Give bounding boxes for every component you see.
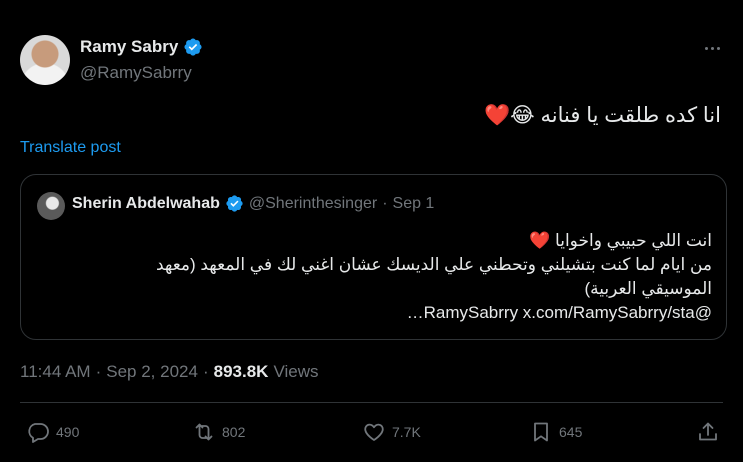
quoted-header: Sherin Abdelwahab @Sherinthesinger · Sep…	[72, 194, 434, 213]
bookmark-count: 645	[559, 424, 583, 440]
quoted-author-name[interactable]: Sherin Abdelwahab	[72, 195, 220, 213]
author-handle[interactable]: @RamySabrry	[80, 63, 192, 83]
reply-count: 490	[56, 424, 80, 440]
quoted-author-avatar[interactable]	[37, 192, 65, 220]
bookmark-button[interactable]: 645	[529, 420, 582, 444]
translate-post-link[interactable]: Translate post	[20, 139, 121, 157]
quoted-author-handle[interactable]: @Sherinthesinger	[249, 195, 377, 213]
tweet-date[interactable]: Sep 2, 2024	[106, 362, 198, 382]
quoted-text-line: انت اللي حبيبي واخوايا ❤️	[529, 231, 712, 250]
quoted-text-line: من ايام لما كنت بتشيلني وتحطني علي الديس…	[155, 255, 712, 274]
views-label: Views	[273, 362, 319, 381]
verified-badge-icon	[184, 38, 202, 56]
repost-button[interactable]: 802	[192, 420, 245, 444]
tweet-meta: 11:44 AM · Sep 2, 2024 · 893.8K Views	[20, 362, 319, 382]
quoted-text: انت اللي حبيبي واخوايا ❤️ من ايام لما كن…	[72, 229, 712, 325]
author-name-row: Ramy Sabry	[80, 37, 203, 57]
views-count: 893.8K	[213, 362, 269, 381]
quoted-date[interactable]: Sep 1	[393, 195, 435, 213]
bookmark-icon	[534, 422, 548, 442]
reply-icon	[28, 423, 49, 443]
like-count: 7.7K	[392, 424, 421, 440]
tweet-text: انا كده طلقت يا فنانه 😂❤️	[484, 104, 721, 127]
divider	[20, 402, 723, 403]
meta-separator: ·	[95, 362, 102, 381]
tweet-time[interactable]: 11:44 AM	[20, 362, 91, 382]
quoted-text-line: @RamySabrry x.com/RamySabrry/sta…	[406, 303, 712, 322]
author-avatar[interactable]	[20, 35, 70, 85]
action-bar: 490 802 7.7K 645	[0, 420, 743, 450]
share-icon	[699, 422, 717, 441]
repost-count: 802	[222, 424, 246, 440]
share-button[interactable]	[696, 420, 720, 444]
reply-button[interactable]: 490	[26, 420, 79, 444]
like-icon	[364, 423, 384, 441]
author-name[interactable]: Ramy Sabry	[80, 37, 178, 57]
more-icon[interactable]	[701, 38, 723, 58]
quoted-tweet[interactable]: Sherin Abdelwahab @Sherinthesinger · Sep…	[20, 174, 727, 340]
quoted-text-line: الموسيقي العربية)	[584, 279, 713, 298]
repost-icon	[195, 423, 213, 441]
quoted-separator: ·	[382, 194, 388, 212]
like-button[interactable]: 7.7K	[362, 420, 421, 444]
meta-separator: ·	[202, 362, 209, 381]
verified-badge-icon	[226, 195, 243, 212]
